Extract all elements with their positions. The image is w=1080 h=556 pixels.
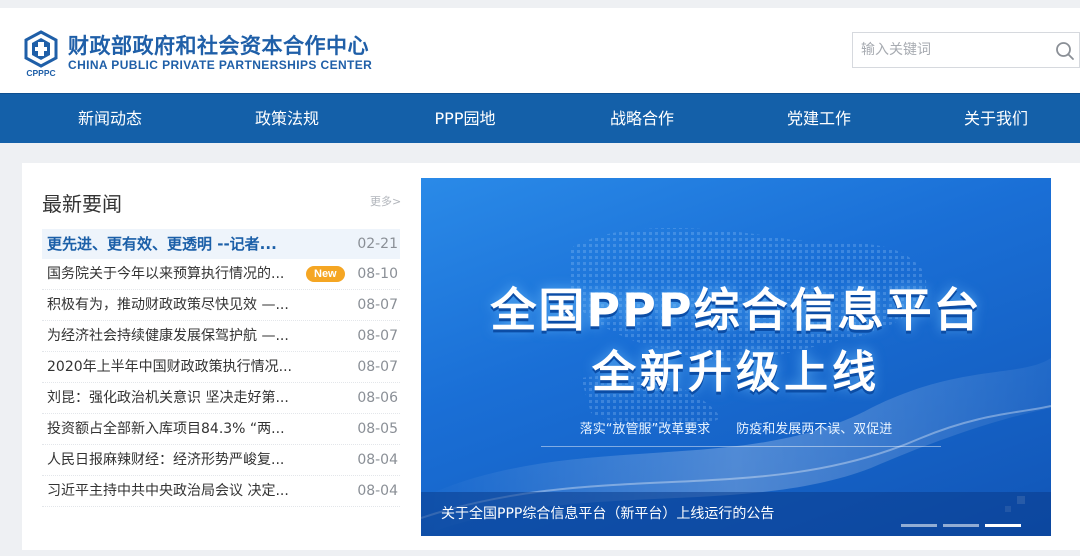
news-item[interactable]: 为经济社会持续健康发展保驾护航 —... 08-07 [42,321,400,352]
news-item[interactable]: 人民日报麻辣财经：经济形势严峻复... 08-04 [42,445,400,476]
banner-headline-1: 全国PPP综合信息平台 [490,283,982,337]
nav-item-about[interactable]: 关于我们 [926,94,1066,144]
nav-item-cooperation[interactable]: 战略合作 [572,94,712,144]
news-item-title[interactable]: 人民日报麻辣财经：经济形势严峻复... [47,445,347,476]
news-item[interactable]: 国务院关于今年以来预算执行情况的... New 08-10 [42,259,400,290]
nav-item-news[interactable]: 新闻动态 [40,94,180,144]
news-item-title[interactable]: 更先进、更有效、更透明 --记者... [47,229,347,259]
news-list: 更先进、更有效、更透明 --记者... 02-21 国务院关于今年以来预算执行情… [42,229,400,507]
carousel-indicators [895,512,1021,531]
news-item[interactable]: 2020年上半年中国财政政策执行情况... 08-07 [42,352,400,383]
logo-abbr: CPPPC [26,68,55,78]
new-badge: New [306,266,345,282]
site-title-cn: 财政部政府和社会资本合作中心 [68,34,369,58]
news-item-date: 08-05 [357,421,398,437]
news-item-title[interactable]: 刘昆：强化政治机关意识 坚决走好第... [47,383,347,414]
site-title-en: CHINA PUBLIC PRIVATE PARTNERSHIPS CENTER [68,58,373,72]
news-item-date: 08-07 [357,297,398,313]
news-section-title: 最新要闻 [42,192,122,216]
banner-divider [541,446,941,447]
news-item-title[interactable]: 投资额占全部新入库项目84.3% “两... [47,414,347,445]
news-item-title[interactable]: 习近平主持中共中央政治局会议 决定... [47,476,347,507]
carousel-dot-3[interactable] [985,524,1021,527]
nav-item-ppp[interactable]: PPP园地 [395,94,535,144]
carousel-dot-2[interactable] [943,524,979,527]
news-item-title[interactable]: 积极有为，推动财政政策尽快见效 —... [47,290,347,321]
nav-item-policy[interactable]: 政策法规 [217,94,357,144]
banner-carousel[interactable]: 全国PPP综合信息平台 全新升级上线 落实“放管服”改革要求 防疫和发展两不误、… [421,178,1051,536]
main-nav: 新闻动态 政策法规 PPP园地 战略合作 党建工作 关于我们 [0,93,1080,143]
news-item[interactable]: 更先进、更有效、更透明 --记者... 02-21 [42,229,400,259]
banner-caption[interactable]: 关于全国PPP综合信息平台（新平台）上线运行的公告 [441,492,774,536]
news-item-title[interactable]: 2020年上半年中国财政政策执行情况... [47,352,347,383]
news-item[interactable]: 积极有为，推动财政政策尽快见效 —... 08-07 [42,290,400,321]
news-item-date: 08-10 [357,266,398,282]
search-input[interactable] [853,33,1043,67]
news-item-date: 08-04 [357,483,398,499]
cpppc-logo-icon[interactable]: CPPPC [22,30,60,78]
news-item-date: 08-06 [357,390,398,406]
news-item-date: 08-07 [357,359,398,375]
search-box [852,32,1080,68]
news-item-date: 08-07 [357,328,398,344]
content-panel: 最新要闻 更多> 更先进、更有效、更透明 --记者... 02-21 国务院关于… [22,163,1080,550]
news-item-date: 02-21 [357,236,398,252]
news-item-date: 08-04 [357,452,398,468]
banner-headline-2: 全新升级上线 [592,347,880,398]
more-link[interactable]: 更多> [370,193,401,209]
news-item[interactable]: 刘昆：强化政治机关意识 坚决走好第... 08-06 [42,383,400,414]
news-item[interactable]: 投资额占全部新入库项目84.3% “两... 08-05 [42,414,400,445]
banner-caption-bar: 关于全国PPP综合信息平台（新平台）上线运行的公告 [421,492,1051,536]
carousel-dot-1[interactable] [901,524,937,527]
banner-slogan: 落实“放管服”改革要求 防疫和发展两不误、双促进 [579,422,893,437]
news-item[interactable]: 习近平主持中共中央政治局会议 决定... 08-04 [42,476,400,507]
search-icon[interactable] [1055,41,1075,61]
news-item-title[interactable]: 国务院关于今年以来预算执行情况的... [47,259,303,290]
nav-item-party[interactable]: 党建工作 [749,94,889,144]
site-header: CPPPC 财政部政府和社会资本合作中心 CHINA PUBLIC PRIVAT… [0,8,1080,93]
news-item-title[interactable]: 为经济社会持续健康发展保驾护航 —... [47,321,347,352]
